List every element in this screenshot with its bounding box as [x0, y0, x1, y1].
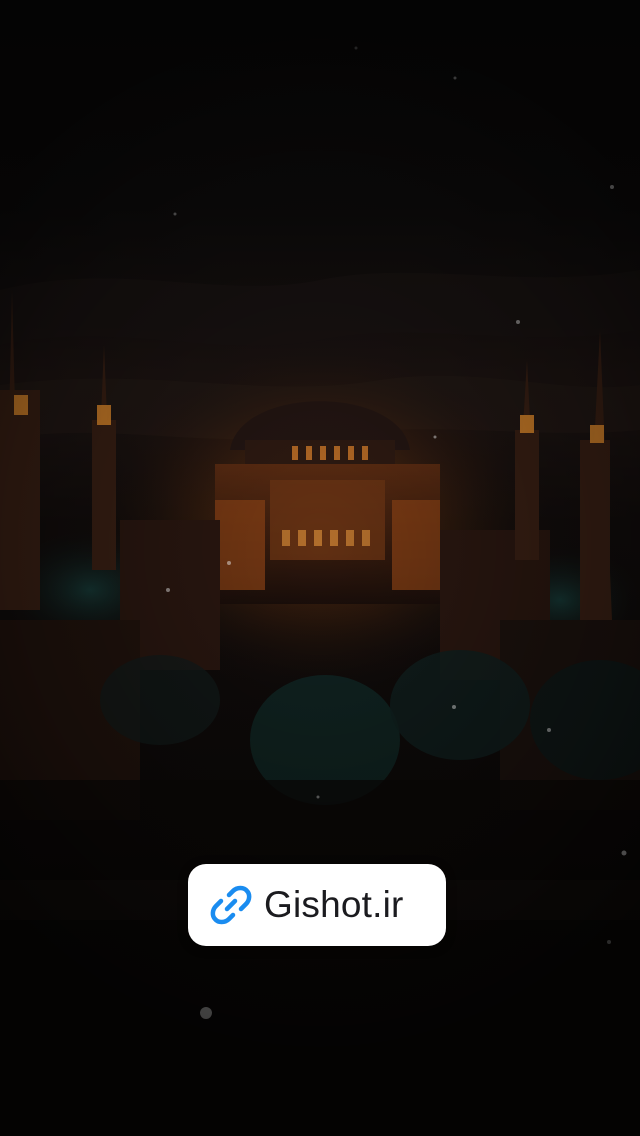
link-icon [206, 880, 256, 930]
watermark-link-badge[interactable]: Gishot.ir [188, 864, 446, 946]
watermark-label: Gishot.ir [264, 884, 404, 925]
video-frame: Gishot.ir [0, 0, 640, 1136]
mosque-background-image [0, 46, 640, 1136]
